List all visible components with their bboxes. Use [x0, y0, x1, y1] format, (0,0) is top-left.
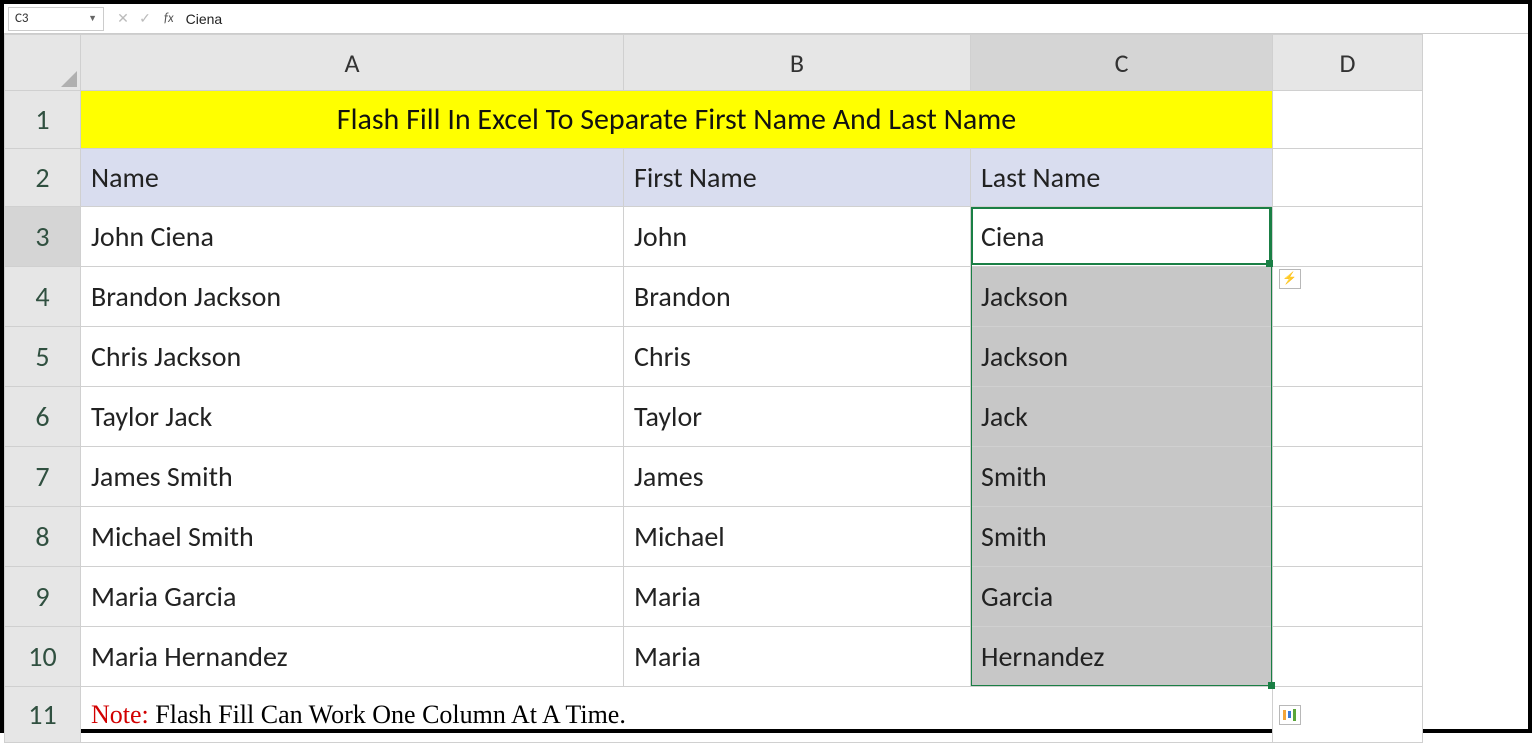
cell-c9[interactable]: Garcia — [971, 567, 1273, 627]
cell-c7[interactable]: Smith — [971, 447, 1273, 507]
grid-table: A B C D 1 Flash Fill In Excel To Separat… — [4, 34, 1423, 743]
cell-a6[interactable]: Taylor Jack — [81, 387, 624, 447]
cell-b7[interactable]: James — [624, 447, 971, 507]
column-header-b[interactable]: B — [624, 35, 971, 91]
row-header-2[interactable]: 2 — [5, 149, 81, 207]
cell-d2[interactable] — [1273, 149, 1423, 207]
cell-a3[interactable]: John Ciena — [81, 207, 624, 267]
spreadsheet-grid: A B C D 1 Flash Fill In Excel To Separat… — [4, 34, 1528, 743]
row-header-4[interactable]: 4 — [5, 267, 81, 327]
cell-b5[interactable]: Chris — [624, 327, 971, 387]
cell-d9[interactable] — [1273, 567, 1423, 627]
cell-b6[interactable]: Taylor — [624, 387, 971, 447]
row-header-10[interactable]: 10 — [5, 627, 81, 687]
cell-a9[interactable]: Maria Garcia — [81, 567, 624, 627]
cell-a7[interactable]: James Smith — [81, 447, 624, 507]
cell-d1[interactable] — [1273, 91, 1423, 149]
cell-a8[interactable]: Michael Smith — [81, 507, 624, 567]
cell-c8[interactable]: Smith — [971, 507, 1273, 567]
cell-b4[interactable]: Brandon — [624, 267, 971, 327]
cell-c10[interactable]: Hernandez — [971, 627, 1273, 687]
row-header-9[interactable]: 9 — [5, 567, 81, 627]
cell-c6[interactable]: Jack — [971, 387, 1273, 447]
header-first[interactable]: First Name — [624, 149, 971, 207]
formula-bar-buttons: ✕ ✓ — [104, 10, 164, 27]
cell-b9[interactable]: Maria — [624, 567, 971, 627]
row-header-1[interactable]: 1 — [5, 91, 81, 149]
row-header-3[interactable]: 3 — [5, 207, 81, 267]
cell-d7[interactable] — [1273, 447, 1423, 507]
row-header-8[interactable]: 8 — [5, 507, 81, 567]
confirm-icon[interactable]: ✓ — [136, 10, 154, 27]
name-box-value: C3 — [15, 11, 29, 26]
title-cell[interactable]: Flash Fill In Excel To Separate First Na… — [81, 91, 1273, 149]
cell-a10[interactable]: Maria Hernandez — [81, 627, 624, 687]
column-header-a[interactable]: A — [81, 35, 624, 91]
cell-d5[interactable] — [1273, 327, 1423, 387]
formula-bar: C3 ▼ ✕ ✓ fx — [4, 4, 1528, 34]
cell-a4[interactable]: Brandon Jackson — [81, 267, 624, 327]
cancel-icon[interactable]: ✕ — [114, 10, 132, 27]
row-header-5[interactable]: 5 — [5, 327, 81, 387]
column-header-c[interactable]: C — [971, 35, 1273, 91]
paste-options-icon[interactable] — [1279, 705, 1301, 725]
select-all-corner[interactable] — [5, 35, 81, 91]
cell-d6[interactable] — [1273, 387, 1423, 447]
cell-b8[interactable]: Michael — [624, 507, 971, 567]
row-header-7[interactable]: 7 — [5, 447, 81, 507]
header-last[interactable]: Last Name — [971, 149, 1273, 207]
note-label: Note: — [91, 700, 149, 729]
cell-d10[interactable] — [1273, 627, 1423, 687]
cell-b10[interactable]: Maria — [624, 627, 971, 687]
cell-c4[interactable]: Jackson — [971, 267, 1273, 327]
name-box[interactable]: C3 ▼ — [8, 7, 104, 31]
row-header-6[interactable]: 6 — [5, 387, 81, 447]
name-box-dropdown-icon[interactable]: ▼ — [88, 13, 97, 24]
formula-input[interactable] — [182, 7, 1528, 31]
cell-d8[interactable] — [1273, 507, 1423, 567]
cell-c3[interactable]: Ciena — [971, 207, 1273, 267]
note-body: Flash Fill Can Work One Column At A Time… — [149, 700, 626, 729]
cell-c5[interactable]: Jackson — [971, 327, 1273, 387]
row-header-11[interactable]: 11 — [5, 687, 81, 743]
column-header-d[interactable]: D — [1273, 35, 1423, 91]
cell-b3[interactable]: John — [624, 207, 971, 267]
note-cell[interactable]: Note: Flash Fill Can Work One Column At … — [81, 687, 1273, 743]
flash-fill-options-icon[interactable]: ⚡ — [1279, 269, 1301, 289]
fx-icon[interactable]: fx — [164, 11, 174, 26]
header-name[interactable]: Name — [81, 149, 624, 207]
cell-a5[interactable]: Chris Jackson — [81, 327, 624, 387]
cell-d3[interactable] — [1273, 207, 1423, 267]
